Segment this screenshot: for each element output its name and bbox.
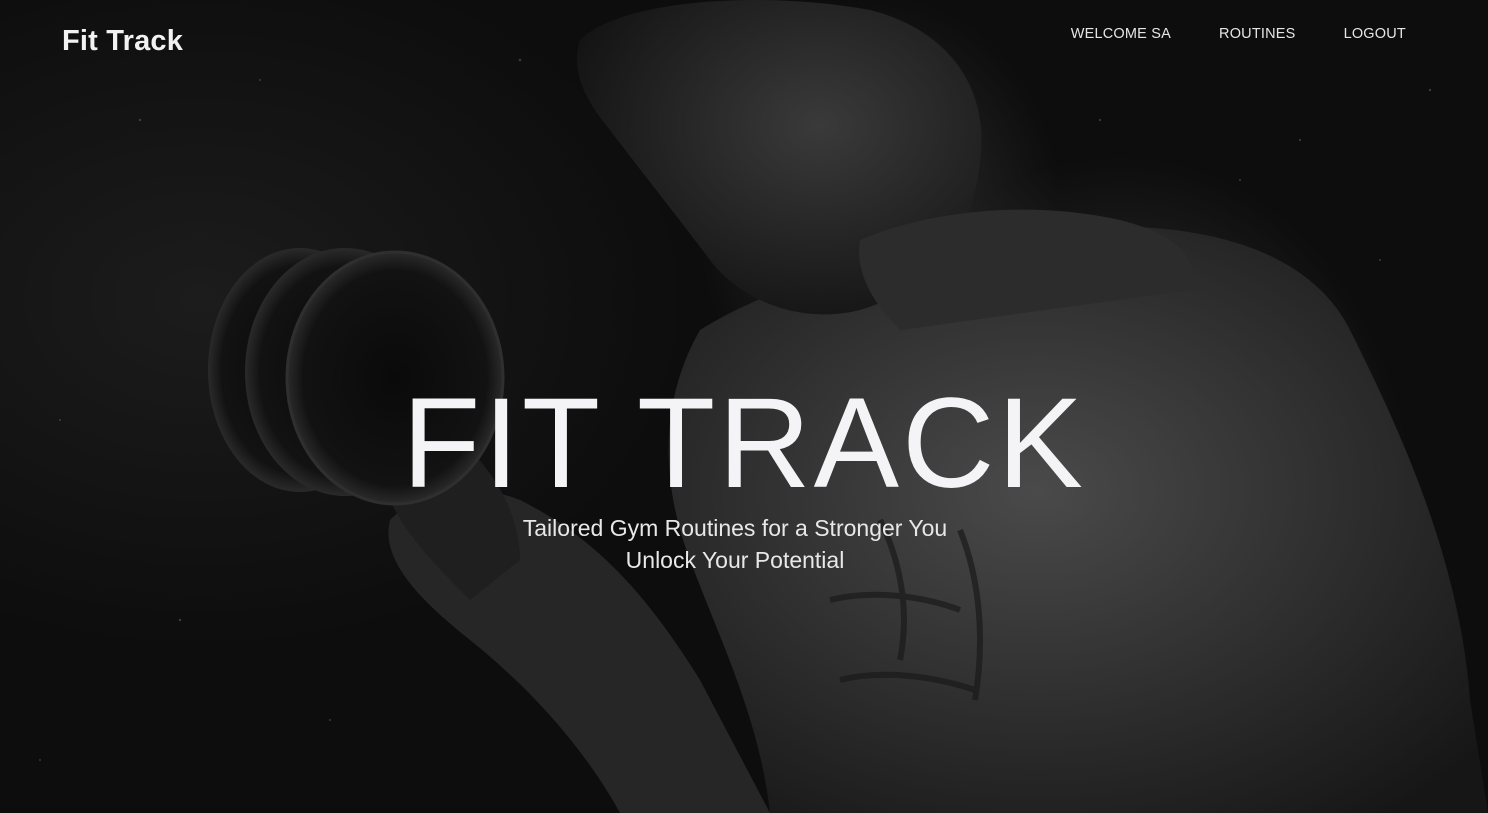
hero-subtitle: Tailored Gym Routines for a Stronger You… <box>0 512 1470 576</box>
hero-subtitle-line-1: Tailored Gym Routines for a Stronger You <box>522 515 948 541</box>
nav-link-logout[interactable]: LOGOUT <box>1344 26 1406 42</box>
landing-page: Fit Track WELCOME SA ROUTINES LOGOUT FIT… <box>0 0 1488 813</box>
nav-link-routines[interactable]: ROUTINES <box>1219 26 1296 42</box>
brand-logo-link[interactable]: Fit Track <box>62 25 183 58</box>
nav-link-welcome[interactable]: WELCOME SA <box>1071 26 1171 42</box>
top-navbar: Fit Track WELCOME SA ROUTINES LOGOUT <box>0 0 1488 86</box>
hero-subtitle-line-2: Unlock Your Potential <box>625 547 845 573</box>
nav-links: WELCOME SA ROUTINES LOGOUT <box>1071 26 1406 42</box>
hero-title: FIT TRACK <box>402 372 1086 515</box>
